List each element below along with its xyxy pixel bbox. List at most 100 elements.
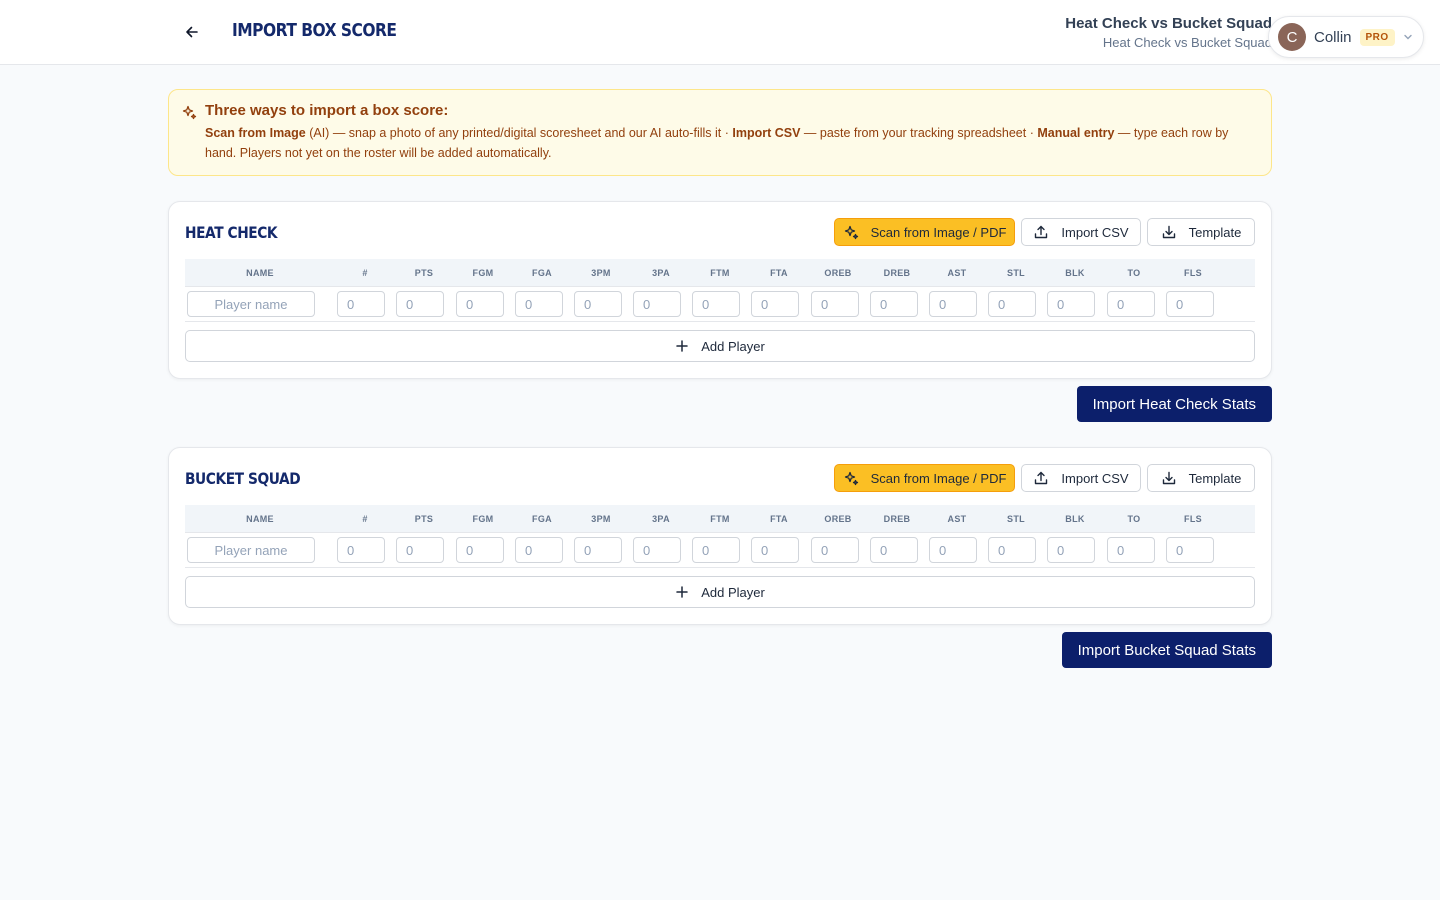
col-to: TO [1127, 268, 1141, 278]
col-3pa: 3PA [652, 514, 670, 524]
team-card-bucket-squad: BUCKET SQUAD Scan from Image / PDF Impor… [168, 447, 1272, 625]
col-ftm: FTM [710, 268, 730, 278]
3pm-input[interactable] [574, 291, 622, 317]
stats-table-header: NAME # PTS FGM FGA 3PM 3PA FTM FTA OREB … [185, 259, 1255, 287]
jersey-number-input[interactable] [337, 291, 385, 317]
stl-input[interactable] [988, 291, 1036, 317]
col-fls: FLS [1184, 268, 1202, 278]
fga-input[interactable] [515, 537, 563, 563]
team-name: BUCKET SQUAD [185, 469, 301, 488]
plus-icon [676, 340, 688, 352]
jersey-number-input[interactable] [337, 537, 385, 563]
back-button[interactable] [180, 20, 204, 44]
col-oreb: OREB [824, 514, 852, 524]
info-banner: Three ways to import a box score: Scan f… [168, 89, 1272, 176]
ftm-input[interactable] [692, 291, 740, 317]
blk-input[interactable] [1047, 537, 1095, 563]
fta-input[interactable] [751, 537, 799, 563]
col-fga: FGA [532, 514, 552, 524]
player-name-input[interactable] [187, 291, 315, 317]
fgm-input[interactable] [456, 537, 504, 563]
game-title-block: Heat Check vs Bucket Squad Heat Check vs… [1065, 15, 1272, 52]
oreb-input[interactable] [811, 537, 859, 563]
fls-input[interactable] [1166, 537, 1214, 563]
col-dreb: DREB [883, 514, 911, 524]
3pa-input[interactable] [633, 537, 681, 563]
import-csv-label: Import CSV [1061, 224, 1129, 240]
to-input[interactable] [1107, 537, 1155, 563]
col-fga: FGA [532, 268, 552, 278]
3pm-input[interactable] [574, 537, 622, 563]
import-csv-label: Import CSV [1061, 470, 1129, 486]
ftm-input[interactable] [692, 537, 740, 563]
import-bucket-squad-stats-button[interactable]: Import Bucket Squad Stats [1061, 632, 1272, 668]
col-stl: STL [1007, 268, 1025, 278]
upload-icon [1035, 471, 1048, 485]
stats-table-header: NAME # PTS FGM FGA 3PM 3PA FTM FTA OREB … [185, 505, 1255, 533]
fgm-input[interactable] [456, 291, 504, 317]
col-fgm: FGM [472, 514, 494, 524]
template-button[interactable]: Template [1147, 464, 1255, 492]
col-fta: FTA [770, 514, 788, 524]
banner-csv-desc: — paste from your tracking spreadsheet · [800, 126, 1038, 140]
player-name-input[interactable] [187, 537, 315, 563]
col-fls: FLS [1184, 514, 1202, 524]
template-label: Template [1188, 224, 1242, 240]
pts-input[interactable] [396, 291, 444, 317]
add-player-label: Add Player [701, 338, 765, 354]
col-ast: AST [947, 514, 967, 524]
scan-image-label: Scan from Image / PDF [870, 224, 1007, 240]
game-title: Heat Check vs Bucket Squad [1065, 15, 1272, 32]
col-3pa: 3PA [652, 268, 670, 278]
template-button[interactable]: Template [1147, 218, 1255, 246]
col-3pm: 3PM [591, 514, 611, 524]
col-number: # [362, 268, 368, 278]
import-csv-button[interactable]: Import CSV [1021, 218, 1141, 246]
table-row [185, 534, 1255, 568]
banner-csv-label: Import CSV [732, 126, 801, 140]
3pa-input[interactable] [633, 291, 681, 317]
col-ftm: FTM [710, 514, 730, 524]
oreb-input[interactable] [811, 291, 859, 317]
dreb-input[interactable] [870, 291, 918, 317]
col-dreb: DREB [883, 268, 911, 278]
top-bar: IMPORT BOX SCORE Heat Check vs Bucket Sq… [0, 0, 1440, 65]
col-number: # [362, 514, 368, 524]
user-menu[interactable]: C Collin PRO [1268, 16, 1424, 58]
sparkles-icon [844, 225, 858, 240]
download-icon [1162, 471, 1175, 485]
to-input[interactable] [1107, 291, 1155, 317]
col-stl: STL [1007, 514, 1025, 524]
scan-image-label: Scan from Image / PDF [870, 470, 1007, 486]
blk-input[interactable] [1047, 291, 1095, 317]
user-name: Collin [1314, 28, 1352, 46]
team-actions: Scan from Image / PDF Import CSV Templat… [834, 464, 1255, 492]
dreb-input[interactable] [870, 537, 918, 563]
avatar: C [1278, 23, 1306, 51]
fga-input[interactable] [515, 291, 563, 317]
import-heat-check-stats-button[interactable]: Import Heat Check Stats [1076, 386, 1272, 422]
ast-input[interactable] [929, 291, 977, 317]
add-player-button[interactable]: Add Player [185, 576, 1255, 608]
col-pts: PTS [414, 268, 434, 278]
team-name: HEAT CHECK [185, 223, 278, 242]
ast-input[interactable] [929, 537, 977, 563]
stl-input[interactable] [988, 537, 1036, 563]
fls-input[interactable] [1166, 291, 1214, 317]
sparkles-icon [181, 104, 197, 125]
scan-image-button[interactable]: Scan from Image / PDF [834, 218, 1015, 246]
fta-input[interactable] [751, 291, 799, 317]
game-subtitle: Heat Check vs Bucket Squad [1102, 35, 1272, 50]
sparkles-icon [844, 471, 858, 486]
col-fgm: FGM [472, 268, 494, 278]
add-player-label: Add Player [701, 584, 765, 600]
pts-input[interactable] [396, 537, 444, 563]
col-to: TO [1127, 514, 1141, 524]
download-icon [1162, 225, 1175, 239]
team-card-heat-check: HEAT CHECK Scan from Image / PDF Import … [168, 201, 1272, 379]
scan-image-button[interactable]: Scan from Image / PDF [834, 464, 1015, 492]
add-player-button[interactable]: Add Player [185, 330, 1255, 362]
import-csv-button[interactable]: Import CSV [1021, 464, 1141, 492]
banner-manual-label: Manual entry [1037, 126, 1115, 140]
table-row [185, 288, 1255, 322]
